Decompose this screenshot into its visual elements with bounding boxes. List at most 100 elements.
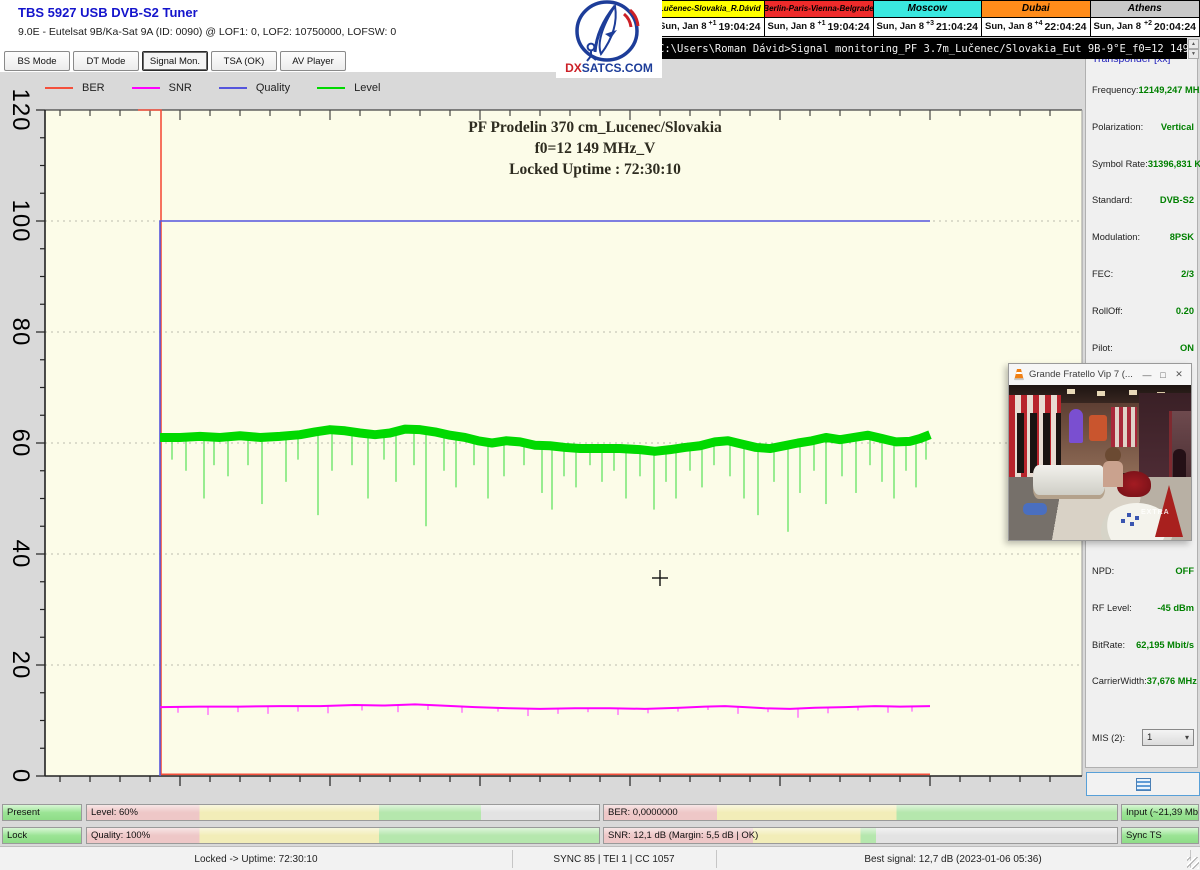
vlc-titlebar[interactable]: Grande Fratello Vip 7 (... — □ ✕ <box>1009 364 1191 385</box>
y-axis-label: 100 <box>6 199 34 242</box>
scroll-up-icon[interactable]: ▲ <box>1188 39 1199 49</box>
level-meter: Level: 60% <box>86 804 600 821</box>
field-rf-level-: RF Level:-45 dBm <box>1092 603 1194 613</box>
y-axis-label: 60 <box>6 429 34 458</box>
clock-moscow: MoscowSun, Jan 8+321:04:24 <box>874 1 983 36</box>
resize-grip[interactable] <box>1187 857 1199 869</box>
vlc-window[interactable]: Grande Fratello Vip 7 (... — □ ✕ <box>1008 363 1192 541</box>
y-axis-label: 40 <box>6 540 34 569</box>
clock-city-label: Berlin-Paris-Vienna-Belgrade <box>765 1 873 18</box>
mode-button-bs-mode[interactable]: BS Mode <box>4 51 70 71</box>
chevron-down-icon: ▾ <box>1185 733 1189 742</box>
chart-legend: BER SNR Quality Level <box>45 82 407 94</box>
field-label: NPD: <box>1092 566 1114 576</box>
legend-item-ber: BER <box>45 82 105 94</box>
field-value: 12149,247 MHz <box>1139 85 1200 95</box>
legend-item-quality: Quality <box>219 82 290 94</box>
chart-title: PF Prodelin 370 cm_Lucenec/Slovakiaf0=12… <box>345 117 845 180</box>
maximize-button[interactable]: □ <box>1155 370 1171 380</box>
signal-chart <box>23 98 1104 790</box>
mis-row: MIS (2): 1 ▾ <box>1092 729 1194 746</box>
clock-berlin-paris-vienna-: Berlin-Paris-Vienna-BelgradeSun, Jan 8+1… <box>765 1 874 36</box>
clock-city-label: Athens <box>1091 1 1200 18</box>
mode-button-dt-mode[interactable]: DT Mode <box>73 51 139 71</box>
field-label: RF Level: <box>1092 603 1132 613</box>
clock-time: Sun, Jan 8+422:04:24 <box>982 18 1090 36</box>
legend-line-icon <box>132 87 160 89</box>
chart-title-line: Locked Uptime : 72:30:10 <box>345 159 845 180</box>
scroll-down-icon[interactable]: ▼ <box>1188 49 1199 59</box>
field-value: Vertical <box>1161 122 1194 132</box>
legend-item-level: Level <box>317 82 380 94</box>
sync-ts-indicator: Sync TS <box>1121 827 1199 844</box>
ber-meter: BER: 0,0000000 <box>603 804 1118 821</box>
field-rolloff-: RollOff: 0.20 <box>1092 306 1194 316</box>
video-person-reflection <box>1173 449 1186 479</box>
close-button[interactable]: ✕ <box>1171 369 1187 380</box>
legend-label: Quality <box>256 82 290 94</box>
field-label: Frequency: <box>1092 85 1139 95</box>
video-orange-prop <box>1089 415 1107 441</box>
field-label: Pilot: <box>1092 343 1113 353</box>
field-bitrate-: BitRate:62,195 Mbit/s <box>1092 640 1194 650</box>
chart-title-line: PF Prodelin 370 cm_Lucenec/Slovakia <box>345 117 845 138</box>
vlc-video-frame[interactable]: EXTRA <box>1009 385 1191 540</box>
satellite-dish-icon: DXSATCS.COM <box>557 0 661 76</box>
minimize-button[interactable]: — <box>1139 370 1155 380</box>
field-label: Modulation: <box>1092 232 1140 242</box>
chart-title-line: f0=12 149 MHz_V <box>345 138 845 159</box>
y-axis-label: 0 <box>6 769 34 783</box>
mis-label: MIS (2): <box>1092 733 1125 743</box>
video-purple-prop <box>1069 409 1083 443</box>
field-fec-: FEC:2/3 <box>1092 269 1194 279</box>
y-axis-label: 120 <box>6 88 34 131</box>
field-frequency-: Frequency:12149,247 MHz <box>1092 85 1194 95</box>
field-value: OFF <box>1175 566 1194 576</box>
vlc-title: Grande Fratello Vip 7 (... <box>1029 369 1139 380</box>
clock-time: Sun, Jan 8+119:04:24 <box>656 18 764 36</box>
vlc-cone-icon <box>1013 368 1025 381</box>
legend-line-icon <box>45 87 73 89</box>
stream-list-button[interactable] <box>1086 772 1200 796</box>
tuner-subtitle: 9.0E - Eutelsat 9B/Ka-Sat 9A (ID: 0090) … <box>18 26 396 38</box>
field-npd-: NPD: OFF <box>1092 566 1194 576</box>
signal-monitor-window: TBS 5927 USB DVB-S2 Tuner 9.0E - Eutelsa… <box>0 0 1200 870</box>
lock-indicator: Lock <box>2 827 82 844</box>
legend-line-icon <box>317 87 345 89</box>
quality-meter: Quality: 100% <box>86 827 600 844</box>
field-pilot-: Pilot: ON <box>1092 343 1194 353</box>
mode-button-signal-mon-[interactable]: Signal Mon. <box>142 51 208 71</box>
status-best-signal: Best signal: 12,7 dB (2023-01-06 05:36) <box>716 847 1190 870</box>
console-window[interactable]: C:\Users\Roman Dávid>Signal monitoring_P… <box>655 38 1187 59</box>
console-scrollbar[interactable]: ▲ ▼ <box>1188 39 1199 59</box>
field-value: ON <box>1180 343 1194 353</box>
field-value: 8PSK <box>1170 232 1194 242</box>
field-modulation-: Modulation: 8PSK <box>1092 232 1194 242</box>
field-carrierwidth-: CarrierWidth:37,676 MHz <box>1092 676 1194 686</box>
clock-city-label: Lučenec-Slovakia_R.Dávid <box>656 1 764 18</box>
video-bathtub <box>1033 465 1105 495</box>
mode-toolbar: BS ModeDT ModeSignal Mon.TSA (OK)AV Play… <box>4 51 346 71</box>
status-bar: Locked -> Uptime: 72:30:10 SYNC 85 | TEI… <box>0 846 1200 870</box>
svg-text:DXSATCS.COM: DXSATCS.COM <box>565 61 653 75</box>
clock-city-label: Dubai <box>982 1 1090 18</box>
video-watermark: EXTRA <box>1141 509 1170 516</box>
mis-value: 1 <box>1147 732 1152 743</box>
legend-label: BER <box>82 82 105 94</box>
field-value: 0.20 <box>1176 306 1194 316</box>
mis-dropdown[interactable]: 1 ▾ <box>1142 729 1194 746</box>
clock-lu-enec-slovakia-r-d: Lučenec-Slovakia_R.DávidSun, Jan 8+119:0… <box>656 1 765 36</box>
mode-button-av-player[interactable]: AV Player <box>280 51 346 71</box>
field-label: RollOff: <box>1092 306 1123 316</box>
legend-item-snr: SNR <box>132 82 192 94</box>
video-dark-pillars <box>1017 413 1024 473</box>
field-symbol-rate-: Symbol Rate:31396,831 KS/s <box>1092 159 1194 169</box>
world-clocks: Lučenec-Slovakia_R.DávidSun, Jan 8+119:0… <box>655 0 1200 37</box>
video-blue-towel <box>1023 503 1047 515</box>
mode-button-tsa-ok-[interactable]: TSA (OK) <box>211 51 277 71</box>
clock-city-label: Moscow <box>874 1 982 18</box>
legend-label: Level <box>354 82 380 94</box>
field-label: CarrierWidth: <box>1092 676 1147 686</box>
y-axis-label: 80 <box>6 318 34 347</box>
field-value: 37,676 MHz <box>1147 676 1197 686</box>
